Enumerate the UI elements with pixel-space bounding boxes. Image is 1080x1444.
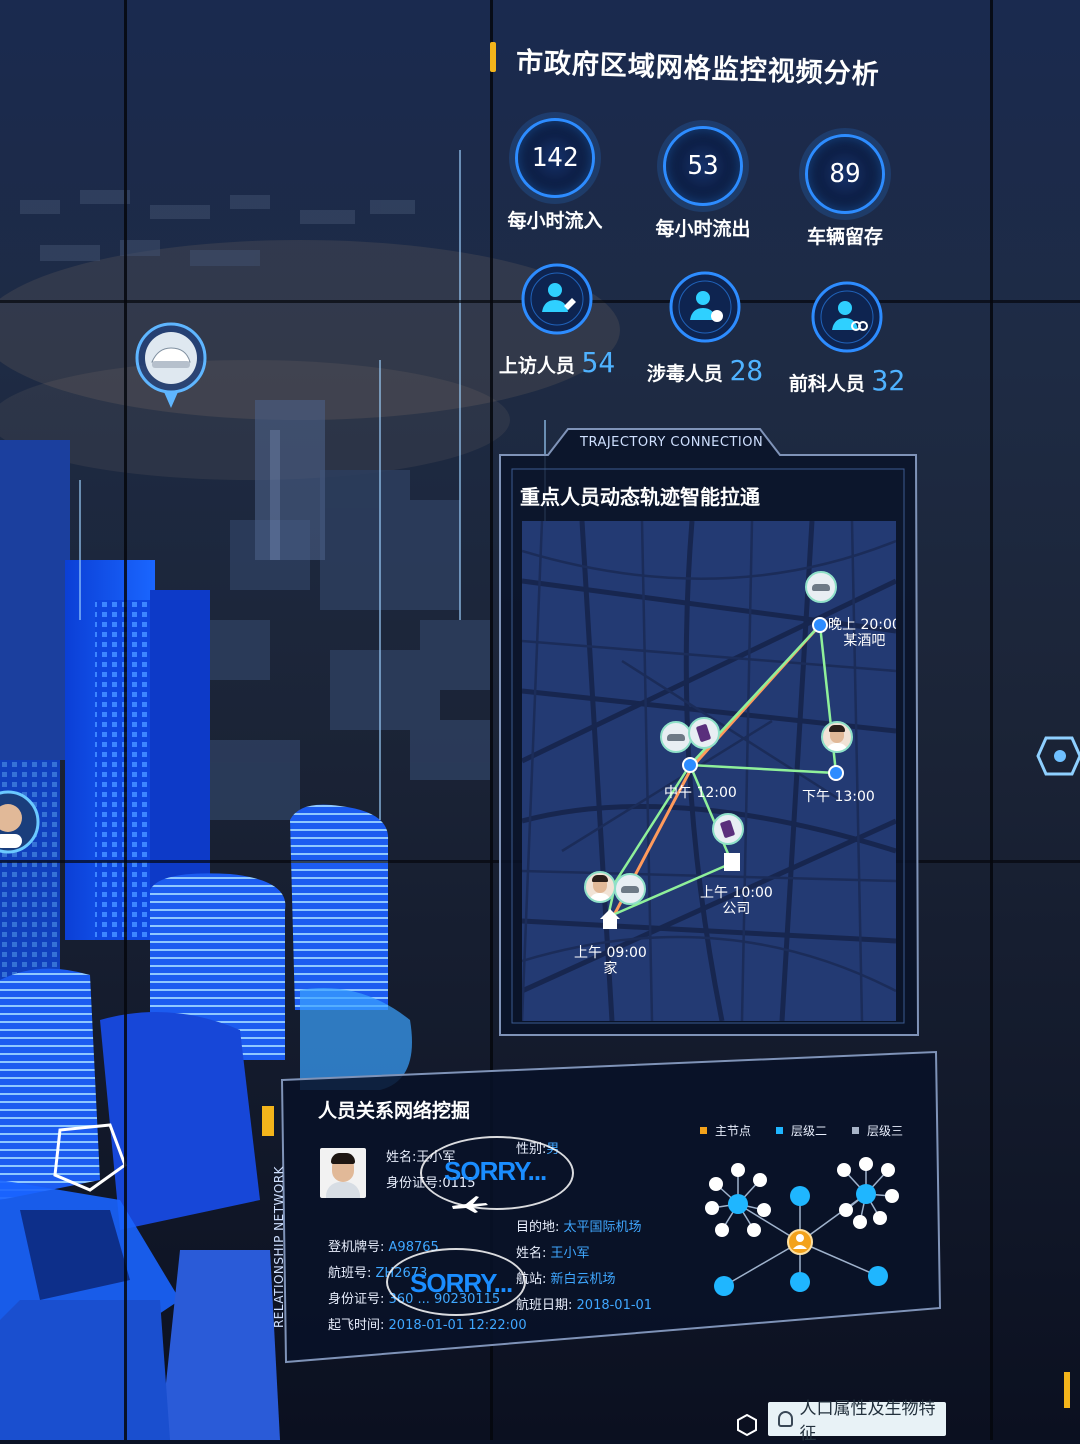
stat-value: 142 — [531, 143, 579, 173]
relationship-side-label: RELATIONSHIP NETWORK — [272, 1165, 287, 1329]
phone-marker-icon[interactable] — [688, 717, 720, 749]
drug-icon — [669, 271, 741, 343]
trajectory-label: 中午 12:00 — [664, 785, 737, 801]
trajectory-node[interactable] — [812, 617, 828, 633]
person-avatar[interactable] — [821, 721, 853, 753]
relationship-network-graph[interactable] — [700, 1150, 920, 1310]
destination: 目的地: 太平国际机场 — [516, 1220, 642, 1235]
trajectory-label: 下午 13:00 — [802, 789, 875, 805]
car-location-pin-icon[interactable] — [128, 318, 214, 418]
sorry-overlay-stamp: SORRY... — [386, 1248, 526, 1316]
relationship-title: 人员关系网络挖掘 — [318, 1100, 471, 1122]
trajectory-title: 重点人员动态轨迹智能拉通 — [520, 485, 760, 509]
stat-hourly-outflow[interactable]: 53 每小时流出 — [628, 126, 778, 241]
trajectory-label: 晚上 20:00 某酒吧 — [828, 617, 896, 649]
stat-label: 车辆留存 — [806, 226, 883, 248]
stat-drug-related[interactable]: 涉毒人员 28 — [630, 270, 780, 387]
phone-marker-icon[interactable] — [712, 813, 744, 845]
trajectory-node[interactable] — [682, 757, 698, 773]
stat-ring: 53 — [663, 126, 743, 206]
trajectory-node[interactable] — [828, 765, 844, 781]
stat-petitioners[interactable]: 上访人员 54 — [482, 262, 632, 379]
side-accent-strip — [1064, 1372, 1070, 1408]
stat-hourly-inflow[interactable]: 142 每小时流入 — [480, 118, 630, 233]
trajectory-subtitle: TRAJECTORY CONNECTION — [580, 435, 764, 450]
relationship-panel: 人员关系网络挖掘 RELATIONSHIP NETWORK 姓名:王小军 性别:… — [260, 1050, 950, 1368]
departure-time: 起飞时间: 2018-01-01 12:22:00 — [328, 1318, 527, 1333]
screen-bezel — [990, 0, 993, 1440]
stat-vehicle-retention[interactable]: 89 车辆留存 — [770, 134, 920, 249]
trajectory-label: 上午 09:00 家 — [574, 945, 647, 977]
stat-value: 54 — [581, 346, 616, 379]
side-nav-hex-icon[interactable] — [1032, 736, 1080, 776]
criminal-record-icon — [811, 281, 883, 353]
car-marker-icon[interactable] — [805, 571, 837, 603]
flight-date: 航班日期: 2018-01-01 — [516, 1298, 653, 1313]
legend-main-node: 主节点 — [700, 1122, 751, 1139]
title-accent-bar — [490, 42, 496, 72]
biometric-attributes-label: 人口属性及生物特征 — [799, 1399, 936, 1444]
person-icon — [778, 1411, 794, 1427]
stat-value: 53 — [687, 151, 719, 181]
sorry-overlay-stamp: SORRY... — [420, 1136, 574, 1210]
hex-nav-icon[interactable] — [736, 1414, 758, 1436]
office-icon[interactable] — [724, 853, 740, 871]
person-avatar[interactable] — [584, 871, 616, 903]
screen-bezel — [124, 0, 127, 1440]
stat-value: 28 — [729, 354, 764, 387]
stat-value: 32 — [871, 364, 906, 397]
stat-label: 上访人员 — [498, 355, 575, 377]
terminal: 航站: 新白云机场 — [516, 1272, 616, 1287]
stat-ring: 142 — [515, 118, 595, 198]
legend-level-three: 层级三 — [852, 1122, 903, 1139]
stat-value: 89 — [829, 159, 861, 189]
person-photo[interactable] — [320, 1148, 366, 1198]
stat-label: 涉毒人员 — [646, 363, 723, 385]
passenger-name: 姓名: 王小军 — [516, 1246, 590, 1261]
trajectory-label: 上午 10:00 公司 — [700, 885, 773, 917]
trajectory-panel: TRAJECTORY CONNECTION 重点人员动态轨迹智能拉通 晚上 20… — [498, 425, 938, 1055]
biometric-attributes-button[interactable]: 人口属性及生物特征 — [768, 1399, 946, 1444]
stat-label: 前科人员 — [788, 373, 865, 395]
car-marker-icon[interactable] — [660, 721, 692, 753]
car-marker-icon[interactable] — [614, 873, 646, 905]
stat-criminal-record[interactable]: 前科人员 32 — [772, 280, 922, 397]
stat-ring: 89 — [805, 134, 885, 214]
petitioner-icon — [521, 263, 593, 335]
trajectory-map[interactable]: 晚上 20:00 某酒吧 中午 12:00 下午 13:00 上午 10:00 公司… — [522, 521, 896, 1021]
legend-level-two: 层级二 — [776, 1122, 827, 1139]
stat-label: 每小时流出 — [655, 218, 751, 240]
stat-label: 每小时流入 — [507, 210, 603, 232]
